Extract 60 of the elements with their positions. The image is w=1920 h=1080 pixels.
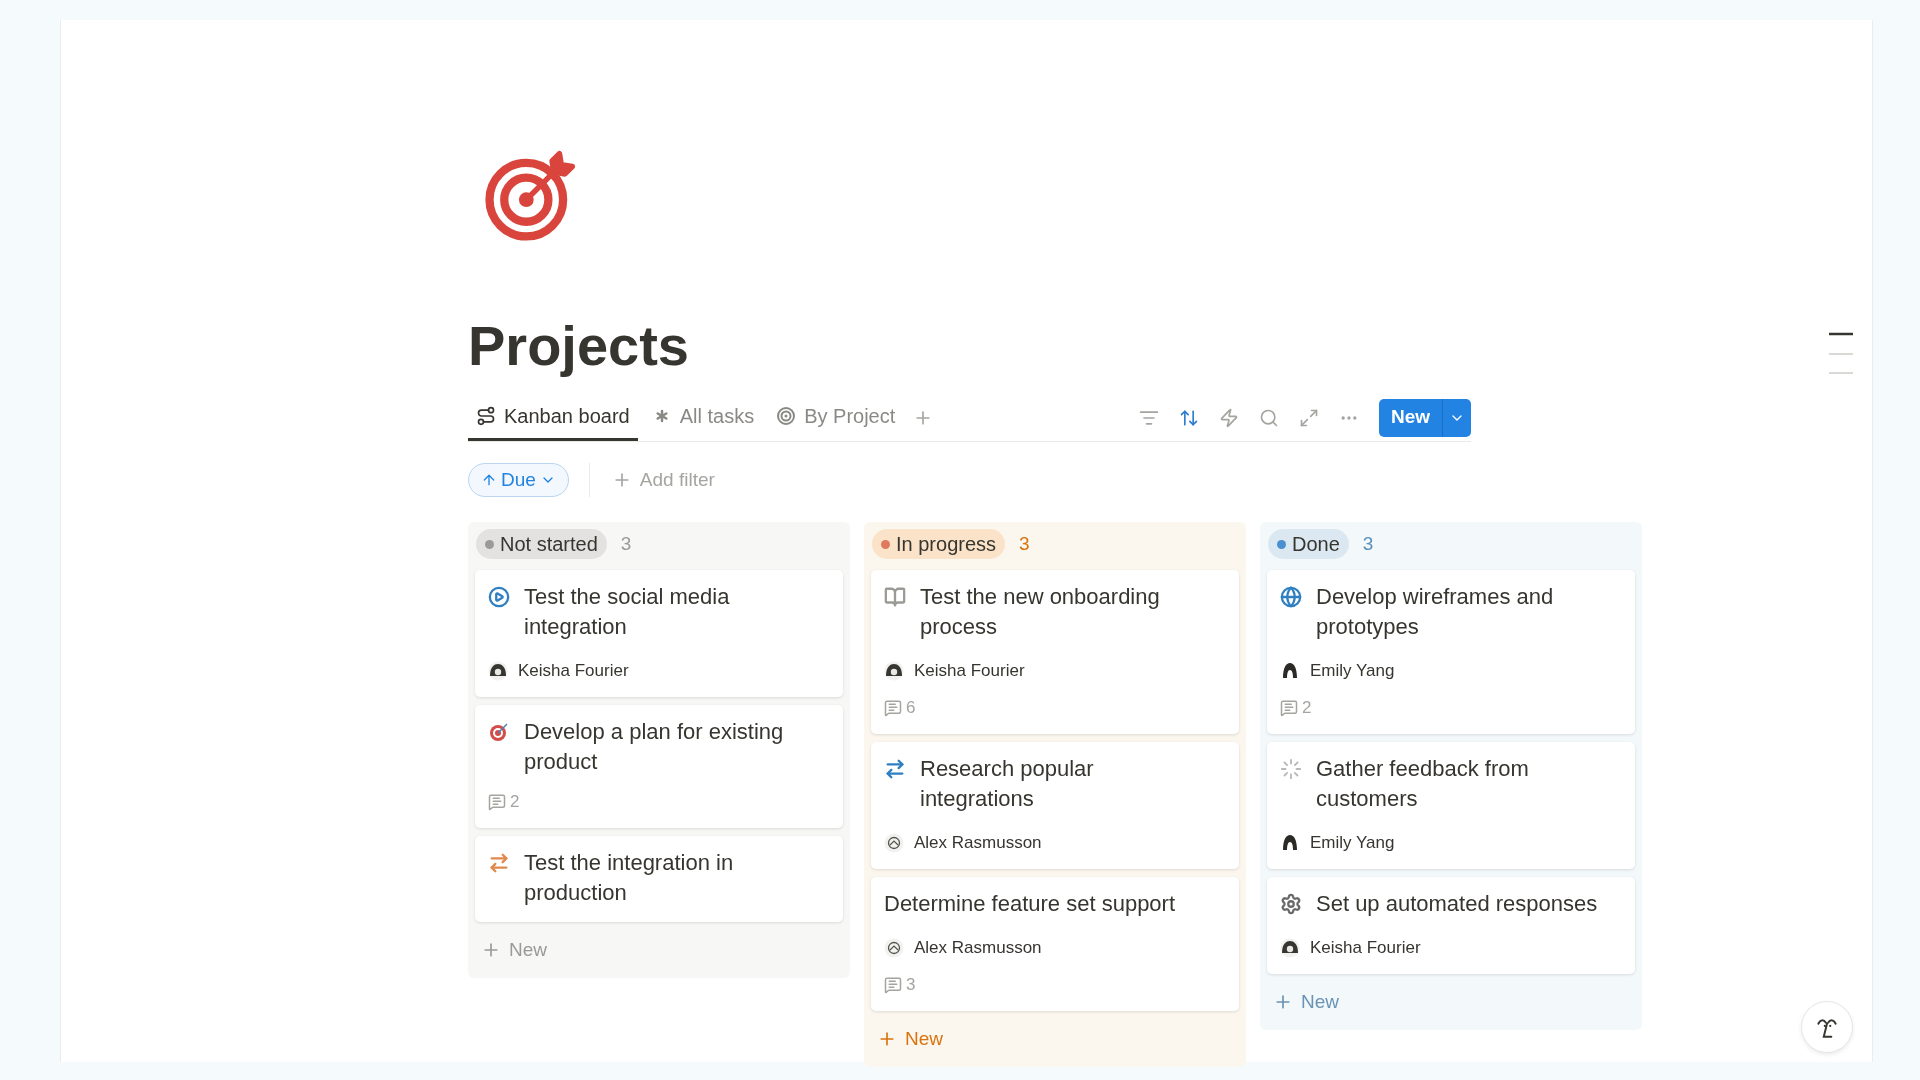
comment-icon bbox=[884, 699, 902, 717]
status-label: Done bbox=[1292, 532, 1340, 557]
avatar-icon bbox=[884, 833, 904, 853]
card-title: Determine feature set support bbox=[884, 890, 1176, 918]
card-count: 3 bbox=[1019, 531, 1030, 556]
avatar-icon bbox=[488, 661, 508, 681]
card-title: Develop wireframes and prototypes bbox=[1316, 583, 1555, 641]
assignee-name: Alex Rasmusson bbox=[914, 832, 1042, 854]
avatar-icon bbox=[884, 661, 904, 681]
view-tab[interactable]: By Project bbox=[768, 394, 904, 441]
comment-count: 6 bbox=[906, 697, 916, 719]
task-card[interactable]: Test the social media integration Keisha Fourier bbox=[475, 570, 843, 697]
sort-chip[interactable]: Due bbox=[468, 463, 569, 497]
card-title: Gather feedback from customers bbox=[1316, 755, 1530, 813]
card-title: Research popular integrations bbox=[920, 755, 1095, 813]
avatar-icon bbox=[884, 938, 904, 958]
task-card[interactable]: Set up automated responses Keisha Fourier bbox=[1267, 877, 1635, 974]
view-tab[interactable]: All tasks bbox=[643, 394, 763, 441]
assignee-name: Keisha Fourier bbox=[1310, 937, 1421, 959]
page-title: Projects bbox=[468, 313, 689, 379]
assignee-name: Keisha Fourier bbox=[914, 660, 1025, 682]
task-card[interactable]: Test the integration in production bbox=[475, 836, 843, 922]
outline-lines-drawing bbox=[1829, 332, 1853, 376]
comment-count: 3 bbox=[906, 974, 916, 996]
expand-icon[interactable] bbox=[1298, 407, 1319, 428]
comment-count: 2 bbox=[510, 791, 520, 813]
new-button[interactable]: New bbox=[1378, 398, 1471, 437]
comment-count: 2 bbox=[1302, 697, 1312, 719]
assignee-name: Emily Yang bbox=[1310, 832, 1395, 854]
new-button-label[interactable]: New bbox=[1378, 403, 1442, 432]
card-title: Develop a plan for existing product bbox=[524, 718, 785, 776]
search-icon[interactable] bbox=[1258, 407, 1279, 428]
card-title: Test the integration in production bbox=[524, 849, 735, 907]
card-count: 3 bbox=[620, 531, 632, 556]
avatar-icon bbox=[1280, 661, 1300, 681]
lightning-icon[interactable] bbox=[1218, 407, 1239, 428]
card-title: Test the new onboarding process bbox=[920, 583, 1161, 641]
task-card[interactable]: Develop wireframes and prototypes Emily Yang 2 bbox=[1267, 570, 1635, 734]
avatar-icon bbox=[1280, 938, 1300, 958]
avatar-icon bbox=[1280, 833, 1300, 853]
task-card[interactable]: Determine feature set support Alex Rasmusson 3 bbox=[871, 877, 1239, 1011]
status-label: In progress bbox=[896, 532, 997, 557]
task-card[interactable]: Gather feedback from customers Emily Yang bbox=[1267, 742, 1635, 869]
comment-icon bbox=[488, 793, 506, 811]
task-card[interactable]: Research popular integrations Alex Rasmusson bbox=[871, 742, 1239, 869]
assignee-name: Keisha Fourier bbox=[518, 660, 629, 682]
card-count: 3 bbox=[1362, 531, 1374, 556]
task-card[interactable]: Test the new onboarding process Keisha Fourier 6 bbox=[871, 570, 1239, 734]
view-tab[interactable]: Kanban board bbox=[468, 394, 638, 441]
task-card[interactable]: Develop a plan for existing product 2 bbox=[475, 705, 843, 828]
card-title: Set up automated responses bbox=[1316, 890, 1598, 918]
target-logo-icon bbox=[484, 150, 576, 242]
comment-icon bbox=[1280, 699, 1298, 717]
help-button[interactable] bbox=[1801, 1001, 1853, 1053]
card-title: Test the social media integration bbox=[524, 583, 731, 641]
assignee-name: Emily Yang bbox=[1310, 660, 1395, 682]
target-icon bbox=[776, 406, 797, 426]
status-label: Not started bbox=[500, 532, 598, 557]
comment-icon bbox=[884, 976, 902, 994]
assignee-name: Alex Rasmusson bbox=[914, 937, 1042, 959]
